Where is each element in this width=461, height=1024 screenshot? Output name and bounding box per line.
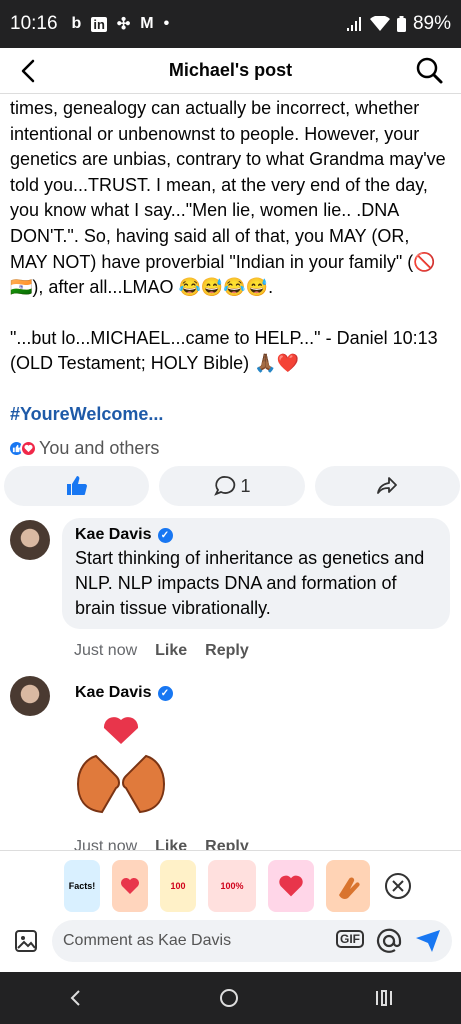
signal-icon [346, 17, 361, 31]
sticker-suggestions: Facts! 100 100% [0, 850, 461, 920]
post-hashtag[interactable]: #YoureWelcome... [10, 402, 450, 428]
close-icon[interactable] [384, 872, 412, 900]
comment-reply-link[interactable]: Reply [205, 642, 249, 660]
clap-icon [339, 877, 360, 899]
back-nav-icon[interactable] [66, 988, 86, 1008]
page-title: Michael's post [168, 60, 293, 80]
sticker-heart-hands[interactable] [112, 859, 148, 912]
status-time: 10:16 [10, 13, 58, 34]
heart-icon [121, 877, 139, 894]
notification-icons: b in ✣ M • [72, 14, 170, 34]
comment-text: Start thinking of inheritance as genetic… [75, 548, 425, 618]
post-paragraph-2: "...but lo...MICHAEL...came to HELP..." … [10, 327, 438, 374]
comment-author[interactable]: Kae Davis ✓ [75, 684, 173, 702]
comment-count: 1 [240, 475, 251, 496]
like-button[interactable] [4, 466, 150, 506]
gmail-icon: M [140, 15, 154, 32]
thumbs-up-icon [66, 476, 87, 495]
comment-icon [214, 476, 236, 496]
author-name: Kae Davis [75, 526, 152, 543]
wifi-icon [369, 16, 390, 31]
home-nav-icon[interactable] [218, 987, 240, 1009]
more-notifications-icon: • [163, 15, 170, 32]
post-body: times, genealogy can actually be incorre… [10, 96, 450, 453]
battery-percent: 89% [412, 13, 451, 34]
reaction-summary[interactable]: You and others [8, 438, 159, 459]
comment-placeholder: Comment as Kae Davis [63, 932, 232, 949]
sticker-label: Facts! [68, 880, 96, 891]
post-paragraph-1: times, genealogy can actually be incorre… [10, 98, 446, 298]
back-arrow-icon[interactable] [14, 56, 44, 86]
battery-icon [396, 16, 406, 32]
app-header: Michael's post [0, 48, 461, 94]
comment-button[interactable]: 1 [159, 466, 305, 506]
notification-icon-1: b [71, 15, 82, 32]
sticker-100-percent[interactable]: 100% [208, 859, 256, 912]
sticker-label: 100 [170, 880, 186, 891]
comment-author[interactable]: Kae Davis ✓ [75, 526, 437, 544]
avatar[interactable] [10, 676, 50, 716]
sticker-100[interactable]: 100 [160, 859, 196, 912]
author-name: Kae Davis [75, 684, 152, 701]
sticker-heart-girl[interactable] [268, 859, 314, 912]
recents-nav-icon[interactable] [373, 987, 395, 1009]
sticker-facts[interactable]: Facts! [64, 859, 100, 912]
comment-bubble[interactable]: Kae Davis ✓ Start thinking of inheritanc… [62, 518, 450, 629]
avatar[interactable] [10, 520, 50, 560]
photo-icon[interactable] [13, 928, 39, 954]
heart-icon [279, 875, 303, 896]
love-reaction-icon [20, 440, 37, 457]
verified-badge-icon: ✓ [157, 685, 173, 701]
linkedin-icon: in [91, 16, 107, 32]
share-button[interactable] [314, 466, 460, 506]
status-bar: 10:16 b in ✣ M • 89% [0, 0, 461, 48]
system-nav-bar [0, 972, 461, 1024]
reactions-text: You and others [39, 438, 160, 458]
search-icon[interactable] [413, 54, 445, 86]
share-icon [377, 477, 398, 494]
sticker-clap[interactable] [326, 859, 370, 912]
comment-like-link[interactable]: Like [155, 642, 187, 660]
post-actions: 1 [4, 466, 460, 506]
comment-meta: Just now Like Reply [74, 642, 249, 660]
comment-time: Just now [74, 642, 138, 659]
send-icon[interactable] [414, 928, 442, 954]
comment-input[interactable]: Comment as Kae Davis GIF [52, 920, 452, 962]
status-right: 89% [346, 13, 451, 35]
gif-button[interactable]: GIF [336, 930, 364, 948]
slack-icon: ✣ [116, 16, 131, 33]
sticker-label: 100% [220, 880, 244, 891]
verified-badge-icon: ✓ [157, 527, 173, 543]
heart-hands-sticker[interactable] [74, 714, 168, 824]
mention-icon[interactable] [375, 927, 403, 955]
